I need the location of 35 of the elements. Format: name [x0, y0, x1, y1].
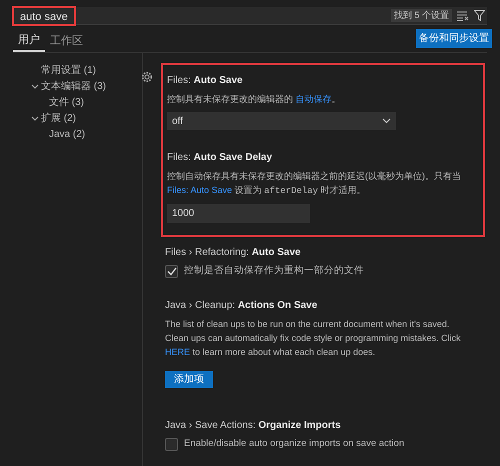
- chevron-icon[interactable]: [31, 84, 41, 90]
- add-item-button[interactable]: 添加项: [165, 371, 213, 388]
- tree-item[interactable]: Java (2): [49, 127, 86, 142]
- tree-item[interactable]: 常用设置 (1): [41, 63, 96, 78]
- checkbox-label: Enable/disable auto organize imports on save action: [184, 437, 404, 452]
- sync-button[interactable]: 备份和同步设置: [416, 29, 492, 48]
- settings-tab[interactable]: 用户: [13, 31, 45, 52]
- chevron-icon[interactable]: [31, 116, 41, 122]
- chevron-icon: [382, 118, 391, 124]
- number-field[interactable]: 1000: [167, 204, 310, 223]
- setting-description: 控制自动保存具有未保存更改的编辑器之前的延迟(以毫秒为单位)。只有当 Files: Auto Save 设置为 afterDelay 时才适用。: [167, 170, 462, 198]
- settings-tab[interactable]: 工作区: [45, 31, 88, 52]
- tree-item[interactable]: 文件 (3): [49, 95, 84, 110]
- setting-link[interactable]: HERE: [165, 347, 190, 358]
- gear-icon[interactable]: [141, 71, 153, 83]
- checkbox[interactable]: [165, 264, 178, 278]
- setting-title: Java › Cleanup: Actions On Save: [165, 299, 318, 314]
- clear-filter-icon[interactable]: [457, 10, 469, 20]
- dropdown[interactable]: off: [167, 112, 396, 130]
- search-field[interactable]: auto save 找到 5 个设置: [13, 7, 487, 25]
- checkbox[interactable]: [165, 438, 178, 451]
- filter-icon[interactable]: [474, 10, 485, 21]
- tree-item[interactable]: 文本编辑器 (3): [41, 79, 106, 94]
- setting-description: The list of clean ups to be run on the current document when it's saved. Clean ups can automatically fix code style or programming mistakes. Click HERE to learn more about what each clean up does.: [165, 318, 462, 360]
- tree-item[interactable]: 扩展 (2): [41, 111, 76, 126]
- checkbox-label: 控制是否自动保存作为重构一部分的文件: [184, 264, 364, 278]
- setting-title: Files: Auto Save Delay: [167, 151, 274, 165]
- setting-link[interactable]: 自动保存: [296, 94, 332, 104]
- setting-title: Files: Auto Save: [167, 74, 244, 88]
- setting-title: Files › Refactoring: Auto Save: [165, 246, 302, 260]
- search-text: auto save: [12, 6, 76, 26]
- setting-title: Java › Save Actions: Organize Imports: [165, 419, 342, 434]
- result-count: 找到 5 个设置: [390, 8, 452, 22]
- setting-description: 控制具有未保存更改的编辑器的 自动保存。: [167, 93, 342, 106]
- setting-link[interactable]: Files: Auto Save: [167, 185, 232, 195]
